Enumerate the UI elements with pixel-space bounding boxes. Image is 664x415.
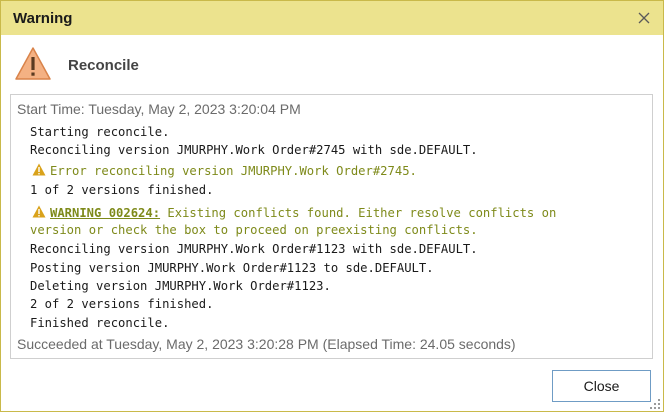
log-line: Reconciling version JMURPHY.Work Order#1… <box>30 242 478 256</box>
log-line: Starting reconcile. <box>30 125 170 139</box>
warning-icon <box>32 205 46 218</box>
dialog-header: Reconcile <box>68 57 139 74</box>
log-line: Reconciling version JMURPHY.Work Order#2… <box>30 143 478 157</box>
message-log[interactable]: Start Time: Tuesday, May 2, 2023 3:20:04… <box>10 94 653 359</box>
log-line-warning: WARNING 002624: Existing conflicts found… <box>32 205 556 220</box>
log-line-text: Error reconciling version JMURPHY.Work O… <box>50 164 417 178</box>
dialog-title: Warning <box>13 10 73 27</box>
warning-code-link[interactable]: WARNING 002624: <box>50 206 160 220</box>
warning-dialog: Warning Reconcile Start Time: Tuesday, M… <box>0 0 664 412</box>
log-line: 1 of 2 versions finished. <box>30 183 214 197</box>
log-line: 2 of 2 versions finished. <box>30 297 214 311</box>
close-icon[interactable] <box>633 7 655 29</box>
resize-grip-icon[interactable] <box>649 397 661 409</box>
close-button[interactable]: Close <box>552 370 651 402</box>
log-line: Deleting version JMURPHY.Work Order#1123… <box>30 279 331 293</box>
log-line-warning: version or check the box to proceed on p… <box>30 223 478 237</box>
warning-triangle-icon <box>15 46 51 82</box>
title-bar[interactable]: Warning <box>1 1 663 35</box>
end-time: Succeeded at Tuesday, May 2, 2023 3:20:2… <box>17 336 516 352</box>
log-line: Posting version JMURPHY.Work Order#1123 … <box>30 261 434 275</box>
log-line: Finished reconcile. <box>30 316 170 330</box>
log-line-text: Existing conflicts found. Either resolve… <box>160 206 557 220</box>
start-time: Start Time: Tuesday, May 2, 2023 3:20:04… <box>17 101 301 117</box>
warning-icon <box>32 163 46 176</box>
log-line-warning: Error reconciling version JMURPHY.Work O… <box>32 163 417 178</box>
